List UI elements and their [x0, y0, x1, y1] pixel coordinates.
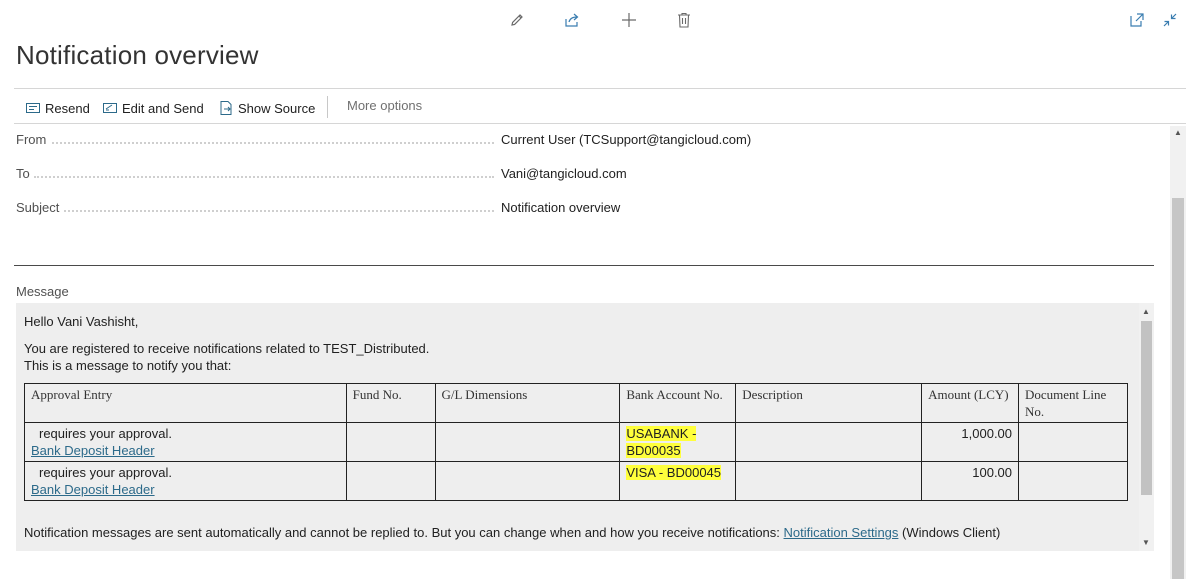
- from-label: From: [16, 132, 47, 147]
- resend-label: Resend: [45, 100, 90, 116]
- edit-and-send-label: Edit and Send: [122, 100, 204, 116]
- approval-table: Approval Entry Fund No. G/L Dimensions B…: [24, 383, 1128, 501]
- message-scroll-thumb[interactable]: [1141, 321, 1152, 495]
- action-separator: [327, 96, 328, 118]
- page-scroll-thumb[interactable]: [1172, 198, 1184, 579]
- divider: [14, 123, 1186, 124]
- column-header: Document Line No.: [1018, 383, 1128, 423]
- trash-icon[interactable]: [677, 12, 691, 28]
- document-line-cell: [1018, 461, 1128, 501]
- table-row: requires your approval. Bank Deposit Hea…: [24, 461, 1128, 501]
- document-arrow-icon: [219, 101, 233, 115]
- description-cell: [735, 461, 923, 501]
- notification-settings-link[interactable]: Notification Settings: [784, 525, 899, 540]
- column-header: Description: [735, 383, 923, 423]
- bank-account-value: USABANK - BD00035: [626, 426, 697, 458]
- fund-cell: [345, 461, 436, 501]
- envelope-icon: [26, 101, 40, 115]
- bank-deposit-header-link[interactable]: Bank Deposit Header: [31, 443, 155, 458]
- message-line-1: You are registered to receive notificati…: [24, 341, 430, 356]
- edit-and-send-button[interactable]: Edit and Send: [103, 98, 204, 118]
- to-field: To Vani@tangicloud.com: [16, 166, 1156, 184]
- dotted-leader: [64, 210, 494, 212]
- amount-cell: 1,000.00: [921, 422, 1020, 462]
- message-line-2: This is a message to notify you that:: [24, 358, 232, 373]
- message-label: Message: [16, 284, 69, 299]
- footer-text: Notification messages are sent automatic…: [24, 525, 784, 540]
- column-header: Fund No.: [345, 383, 436, 423]
- show-source-button[interactable]: Show Source: [219, 98, 315, 118]
- top-action-bar: [0, 10, 1190, 32]
- footer-suffix: (Windows Client): [898, 525, 1001, 540]
- resend-button[interactable]: Resend: [26, 98, 90, 118]
- divider: [14, 88, 1186, 89]
- section-divider: [14, 265, 1154, 266]
- greeting: Hello Vani Vashisht,: [24, 314, 139, 329]
- scroll-down-icon[interactable]: ▼: [1142, 538, 1150, 547]
- approval-status: requires your approval.: [39, 465, 172, 480]
- to-label: To: [16, 166, 30, 181]
- edit-icon: [103, 101, 117, 115]
- gl-dimensions-cell: [434, 422, 621, 462]
- subject-value[interactable]: Notification overview: [501, 200, 620, 215]
- approval-entry-cell: requires your approval. Bank Deposit Hea…: [24, 422, 347, 462]
- page-scroll-up-icon[interactable]: ▲: [1174, 128, 1182, 137]
- action-bar: Resend Edit and Send Show Source More op…: [14, 92, 1186, 123]
- column-header: G/L Dimensions: [434, 383, 621, 423]
- from-field: From Current User (TCSupport@tangicloud.…: [16, 132, 1156, 150]
- to-value[interactable]: Vani@tangicloud.com: [501, 166, 627, 181]
- column-header: Amount (LCY): [921, 383, 1020, 423]
- bank-account-cell: USABANK - BD00035: [619, 422, 737, 462]
- bank-deposit-header-link[interactable]: Bank Deposit Header: [31, 482, 155, 497]
- show-source-label: Show Source: [238, 100, 316, 116]
- description-cell: [735, 422, 923, 462]
- subject-field: Subject Notification overview: [16, 200, 1156, 218]
- approval-entry-cell: requires your approval. Bank Deposit Hea…: [24, 461, 347, 501]
- table-header-row: Approval Entry Fund No. G/L Dimensions B…: [24, 383, 1128, 423]
- from-value[interactable]: Current User (TCSupport@tangicloud.com): [501, 132, 751, 147]
- gl-dimensions-cell: [434, 461, 621, 501]
- open-in-new-window-icon[interactable]: [1129, 12, 1145, 28]
- column-header: Bank Account No.: [619, 383, 737, 423]
- pencil-icon[interactable]: [509, 12, 525, 28]
- dotted-leader: [52, 142, 494, 144]
- plus-icon[interactable]: [621, 12, 637, 28]
- bank-account-value: VISA - BD00045: [626, 465, 722, 480]
- share-icon[interactable]: [564, 12, 581, 28]
- page-title: Notification overview: [16, 40, 259, 70]
- more-options-button[interactable]: More options: [347, 98, 422, 113]
- table-row: requires your approval. Bank Deposit Hea…: [24, 422, 1128, 462]
- bank-account-cell: VISA - BD00045: [619, 461, 737, 501]
- footer-note: Notification messages are sent automatic…: [24, 525, 1000, 540]
- message-body[interactable]: Hello Vani Vashisht, You are registered …: [16, 303, 1154, 551]
- dotted-leader: [34, 176, 494, 178]
- column-header: Approval Entry: [24, 383, 347, 423]
- document-line-cell: [1018, 422, 1128, 462]
- approval-status: requires your approval.: [39, 426, 172, 441]
- collapse-icon[interactable]: [1162, 12, 1178, 28]
- fund-cell: [345, 422, 436, 462]
- amount-cell: 100.00: [921, 461, 1020, 501]
- subject-label: Subject: [16, 200, 60, 215]
- scroll-up-icon[interactable]: ▲: [1142, 307, 1150, 316]
